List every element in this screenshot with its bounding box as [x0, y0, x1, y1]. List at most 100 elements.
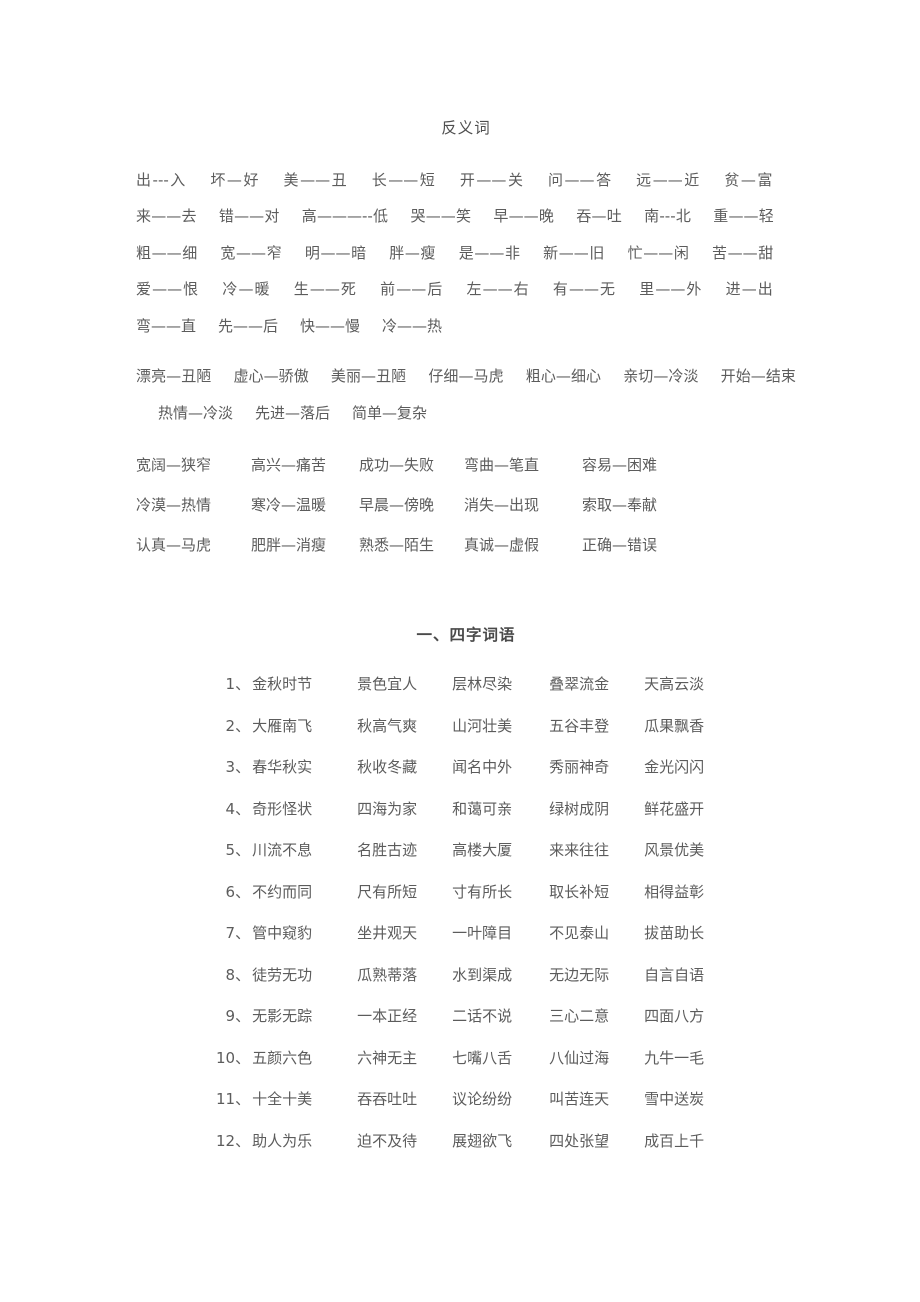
- antonym-pair: 新——旧: [542, 243, 606, 262]
- four-char-table-body: 1、 金秋时节 景色宜人 层林尽染 叠翠流金 天高云淡 2、 大雁南飞 秋高气爽 山河壮美 五谷丰登…: [216, 663, 724, 1161]
- antonym-pair: 早晨—傍晚: [359, 496, 435, 515]
- phrase-cell: 七嘴八舌: [452, 1048, 513, 1067]
- antonym-pair: 开——关: [458, 170, 525, 189]
- phrase-cell: 无边无际: [549, 965, 610, 984]
- table-row: 1、 金秋时节 景色宜人 层林尽染 叠翠流金 天高云淡: [216, 663, 724, 705]
- table-row: 10、 五颜六色 六神无主 七嘴八舌 八仙过海 九牛一毛: [216, 1037, 724, 1079]
- antonym-pair: 真诚—虚假: [464, 536, 540, 555]
- row-index: 2、: [225, 716, 251, 735]
- table-row: 8、 徒劳无功 瓜熟蒂落 水到渠成 无边无际 自言自语: [216, 954, 724, 996]
- antonym-row: 宽阔—狭窄 高兴—痛苦 成功—失败 弯曲—笔直 容易—困难: [136, 445, 796, 485]
- antonym-pair: 进—出: [724, 280, 774, 299]
- antonym-pair: 弯——直: [136, 316, 197, 335]
- phrase-cell: 闻名中外: [452, 758, 513, 777]
- phrase-cell: 取长补短: [549, 882, 610, 901]
- antonym-pair: 先——后: [218, 316, 279, 335]
- phrase-cell: 和蔼可亲: [452, 799, 513, 818]
- phrase-cell: 高楼大厦: [452, 841, 513, 860]
- antonym-pair: 冷—暖: [221, 280, 271, 299]
- phrase-cell: 一本正经: [357, 1007, 418, 1026]
- phrase-cell: 九牛一毛: [644, 1048, 705, 1067]
- phrase-cell: 四海为家: [357, 799, 418, 818]
- row-index: 5、: [225, 841, 251, 860]
- phrase-cell: 瓜熟蒂落: [357, 965, 418, 984]
- row-index: 1、: [225, 675, 251, 694]
- antonym-pair: 苦——甜: [711, 243, 774, 262]
- antonym-pair: 冷漠—热情: [136, 496, 212, 515]
- phrase-cell: 绿树成阴: [549, 799, 610, 818]
- phrase-cell: 一叶障目: [452, 924, 513, 943]
- phrase-cell: 吞吞吐吐: [357, 1090, 418, 1109]
- antonym-pair: 容易—困难: [582, 456, 658, 475]
- phrase-cell: 二话不说: [452, 1007, 513, 1026]
- phrase-cell: 三心二意: [549, 1007, 610, 1026]
- phrase-cell: 议论纷纷: [452, 1090, 513, 1109]
- phrase-cell: 鲜花盛开: [644, 799, 705, 818]
- antonym-pair: 有——无: [551, 280, 617, 299]
- antonym-pair: 胖—瘦: [388, 243, 437, 262]
- page-title: 反义词: [441, 119, 491, 137]
- table-row: 5、 川流不息 名胜古迹 高楼大厦 来来往往 风景优美: [216, 829, 724, 871]
- antonym-pair: 认真—马虎: [136, 536, 212, 555]
- table-row: 6、 不约而同 尺有所短 寸有所长 取长补短 相得益彰: [216, 871, 724, 913]
- phrase-cell: 水到渠成: [452, 965, 513, 984]
- antonym-pair: 忙——闲: [627, 243, 690, 262]
- antonym-pair: 成功—失败: [359, 456, 435, 475]
- phrase-cell: 名胜古迹: [357, 841, 418, 860]
- phrase-cell: 尺有所短: [357, 882, 418, 901]
- phrase-cell: 秋收冬藏: [357, 758, 418, 777]
- antonym-flow-single: 出---入 坏—好 美——丑 长——短 开——关 问——答 远——近 贫—富 来…: [136, 162, 796, 345]
- document-page: 反义词 出---入 坏—好 美——丑 长——短 开——关 问——答 远——近 贫…: [0, 0, 920, 1302]
- antonym-pair: 弯曲—笔直: [464, 456, 540, 475]
- antonym-pair: 宽——窄: [219, 243, 283, 262]
- antonym-pair: 重——轻: [713, 207, 774, 226]
- phrase-cell: 无影无踪: [252, 1007, 313, 1026]
- antonym-pair: 热情—冷淡: [158, 403, 234, 422]
- antonym-pair: 哭——笑: [410, 207, 472, 226]
- page-content: 反义词 出---入 坏—好 美——丑 长——短 开——关 问——答 远——近 贫…: [136, 0, 796, 1161]
- antonym-pair: 仔细—马虎: [428, 367, 504, 386]
- row-index: 6、: [225, 882, 251, 901]
- table-row: 3、 春华秋实 秋收冬藏 闻名中外 秀丽神奇 金光闪闪: [216, 746, 724, 788]
- row-index: 11、: [216, 1090, 251, 1109]
- antonym-pair: 亲切—冷淡: [623, 367, 699, 386]
- antonym-pair: 先进—落后: [255, 403, 331, 422]
- antonym-pair: 错——对: [218, 207, 280, 226]
- antonym-pair: 粗心—细心: [525, 367, 602, 386]
- antonym-pair: 肥胖—消瘦: [251, 536, 327, 555]
- phrase-cell: 四面八方: [644, 1007, 705, 1026]
- antonym-pair: 寒冷—温暖: [251, 496, 327, 515]
- phrase-cell: 大雁南飞: [252, 716, 313, 735]
- antonym-pair: 正确—错误: [582, 536, 658, 555]
- antonym-pair: 快——慢: [300, 316, 361, 335]
- phrase-cell: 瓜果飘香: [644, 716, 705, 735]
- antonym-row: 认真—马虎 肥胖—消瘦 熟悉—陌生 真诚—虚假 正确—错误: [136, 525, 796, 565]
- antonym-row: 冷漠—热情 寒冷—温暖 早晨—傍晚 消失—出现 索取—奉献: [136, 485, 796, 525]
- phrase-cell: 秋高气爽: [357, 716, 418, 735]
- row-index: 3、: [225, 758, 251, 777]
